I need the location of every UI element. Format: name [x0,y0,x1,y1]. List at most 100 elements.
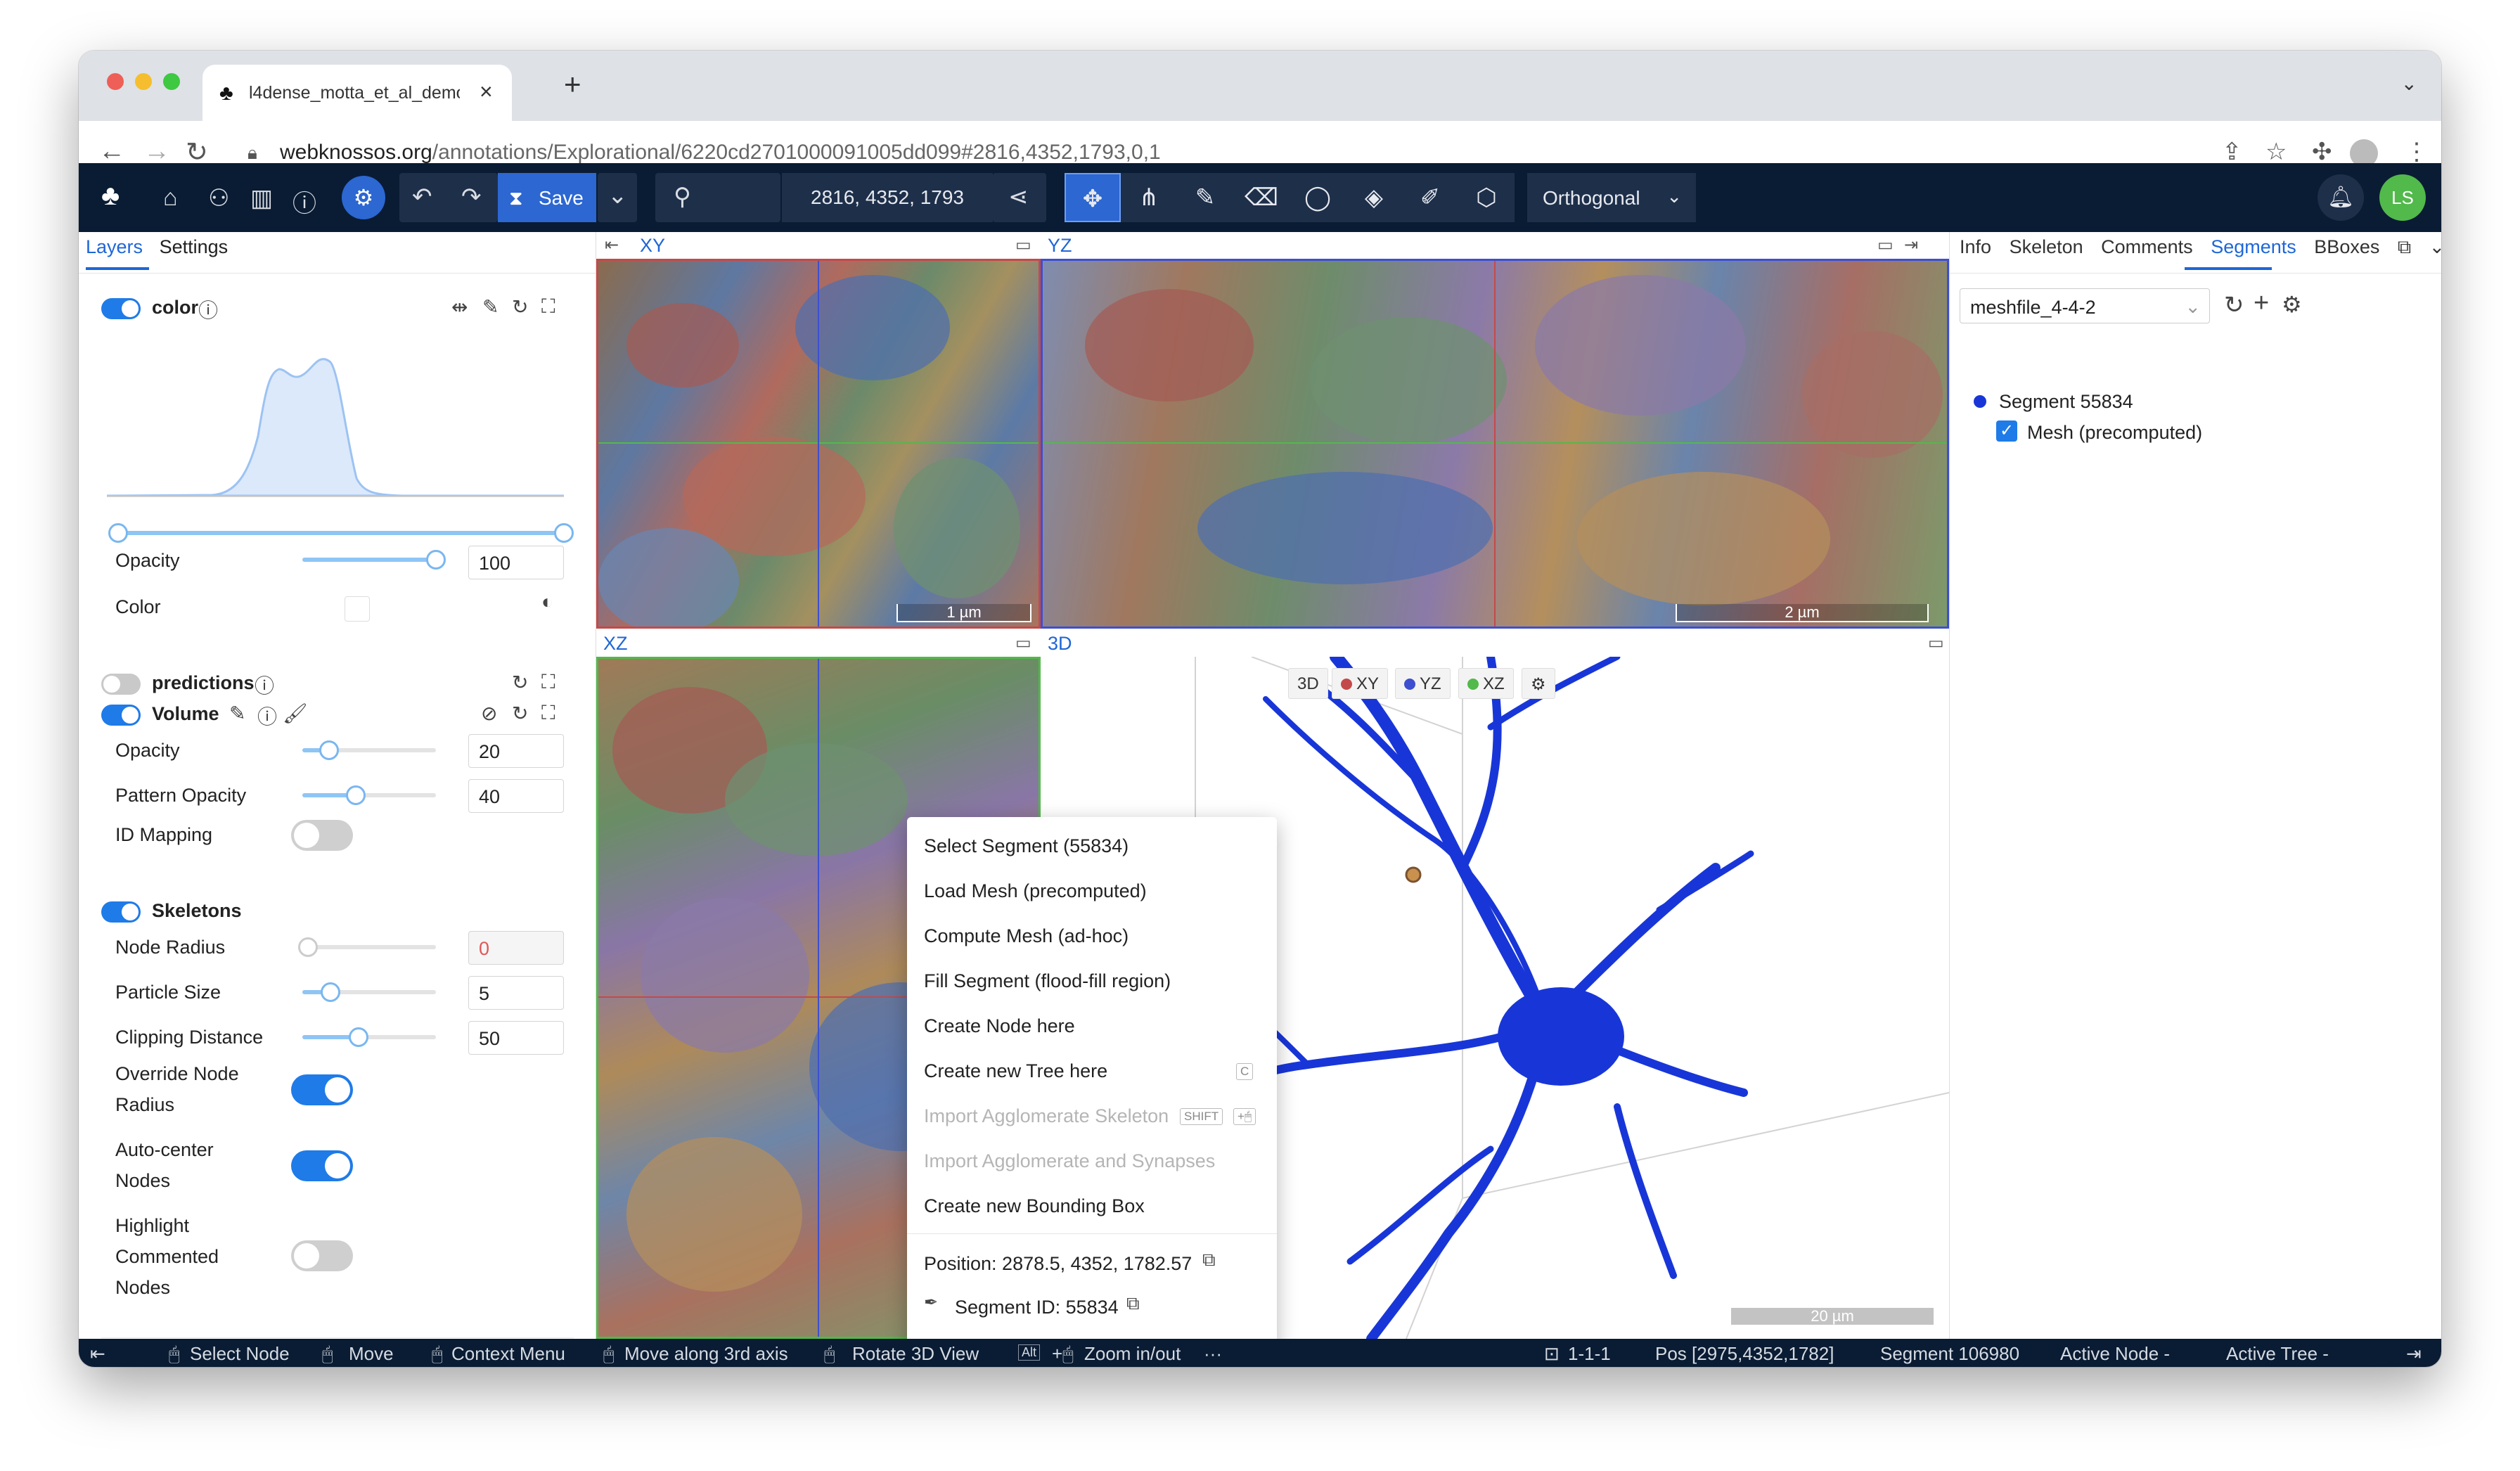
clipping-distance-input[interactable]: 50 [468,1021,564,1055]
info-icon[interactable]: ⓘ [198,295,218,323]
position-input[interactable]: 2816, 4352, 1793 [782,173,993,222]
brush-tool-icon[interactable]: ✎ [1177,173,1233,222]
bookmark-star-icon[interactable]: ☆ [2265,138,2287,166]
compute-mesh-item[interactable]: Compute Mesh (ad-hoc) [924,925,1129,947]
add-icon[interactable]: + [2254,288,2269,319]
minimize-window-dot[interactable] [135,73,152,90]
settings-gear-icon[interactable]: ⚙ [342,176,385,219]
maximize-viewport-icon[interactable]: ▭ [1015,633,1031,653]
volume-opacity-slider[interactable] [302,740,436,760]
tab-search-icon[interactable]: ⌄ [2401,72,2417,95]
create-node-item[interactable]: Create Node here [924,1015,1075,1037]
color-opacity-slider[interactable] [302,550,446,570]
color-layer-toggle[interactable] [101,298,141,319]
disable-mapping-icon[interactable]: ⊘ [481,702,497,725]
td-camera-button[interactable]: 3D [1288,668,1328,699]
td-xy-button[interactable]: XY [1332,668,1389,699]
tab-close-icon[interactable]: × [480,79,493,105]
brush-settings-icon[interactable]: 🖌︎ [283,702,308,725]
fit-layer-icon[interactable]: ⛶ [541,671,555,694]
browser-tab[interactable]: ♣ l4dense_motta_et_al_demo | × [202,65,512,121]
lock-icon[interactable]: 🔒︎ [248,142,257,165]
clipping-distance-slider[interactable] [302,1027,436,1047]
node-radius-input[interactable]: 0 [468,931,564,965]
invert-color-icon[interactable]: ◐ [541,591,553,613]
collapse-panel-icon[interactable]: ⇤ [605,235,619,255]
tab-settings[interactable]: Settings [160,236,229,257]
status-more[interactable]: ··· [1204,1343,1222,1365]
pattern-opacity-input[interactable]: 40 [468,779,564,813]
tab-comments[interactable]: Comments [2101,236,2193,257]
tab-overflow-chevron-icon[interactable]: ⌄ [2429,236,2441,257]
notification-bell-icon[interactable]: 🔔︎ [2318,174,2364,221]
color-opacity-input[interactable]: 100 [468,546,564,579]
particle-size-slider[interactable] [302,982,436,1002]
create-bounding-box-item[interactable]: Create new Bounding Box [924,1195,1145,1217]
pattern-opacity-slider[interactable] [302,785,436,805]
histogram-min-handle[interactable] [108,523,128,543]
save-button[interactable]: ⧗ Save [498,173,596,222]
info-icon[interactable]: ⓘ [255,671,274,699]
webknossos-logo-icon[interactable]: ♣ [101,180,120,212]
move-tool-icon[interactable]: ✥ [1065,173,1121,222]
histogram-max-handle[interactable] [554,523,574,543]
eraser-tool-icon[interactable]: ⌫ [1233,173,1290,222]
color-opacity-handle[interactable] [426,550,446,570]
fill-bucket-tool-icon[interactable]: ◈ [1346,173,1402,222]
lasso-tool-icon[interactable]: ◯ [1290,173,1346,222]
copy-icon[interactable]: ⧉ [1202,1249,1216,1271]
load-mesh-item[interactable]: Load Mesh (precomputed) [924,880,1147,902]
skeletons-toggle[interactable] [101,901,141,923]
tab-segments[interactable]: Segments [2211,236,2296,257]
copy-icon[interactable]: ⧉ [1126,1292,1140,1315]
select-segment-item[interactable]: Select Segment (55834) [924,835,1129,857]
node-radius-handle[interactable] [298,937,318,957]
node-radius-slider[interactable] [298,937,436,957]
view-mode-select[interactable]: Orthogonal ⌄ [1527,173,1696,222]
particle-size-handle[interactable] [321,982,340,1002]
tab-skeleton[interactable]: Skeleton [2010,236,2083,257]
create-tree-item[interactable]: Create new Tree here [924,1060,1107,1082]
tab-layers[interactable]: Layers [86,236,143,257]
override-node-radius-toggle[interactable] [291,1074,353,1105]
share-icon[interactable]: ⇪ [2222,138,2242,166]
xy-viewport[interactable]: 1 µm [596,259,1041,629]
maximize-viewport-icon[interactable]: ▭ [1877,235,1894,255]
td-yz-button[interactable]: YZ [1395,668,1451,699]
yz-viewport[interactable]: 2 µm [1041,259,1949,629]
clipping-distance-handle[interactable] [349,1027,368,1047]
color-histogram[interactable] [107,352,564,499]
expand-panel-icon[interactable]: ⇥ [1904,235,1918,255]
reload-layer-icon[interactable]: ↻ [512,702,528,725]
volume-opacity-input[interactable]: 20 [468,734,564,768]
collapse-right-icon[interactable]: ⇥ [2406,1343,2422,1365]
color-swatch[interactable] [345,596,370,622]
popout-icon[interactable]: ⧉ [2398,236,2411,257]
predictions-layer-toggle[interactable] [101,674,141,695]
volume-opacity-handle[interactable] [319,740,339,760]
clip-histogram-icon[interactable]: ⇹ [451,295,468,319]
chrome-menu-icon[interactable]: ⋮ [2405,138,2429,166]
mesh-checkbox[interactable]: ✓ [1996,420,2017,442]
forward-icon[interactable]: → [143,136,170,167]
refresh-icon[interactable]: ↻ [2224,291,2244,319]
volume-layer-toggle[interactable] [101,705,141,726]
collapse-left-icon[interactable]: ⇤ [90,1343,105,1365]
td-xz-button[interactable]: XZ [1458,668,1514,699]
tab-bboxes[interactable]: BBoxes [2314,236,2379,257]
info-icon[interactable]: ⓘ [257,702,277,730]
statistics-icon[interactable]: ▥ [250,184,273,212]
home-icon[interactable]: ⌂ [163,184,178,212]
pattern-opacity-handle[interactable] [346,785,366,805]
help-icon[interactable]: ⓘ [292,184,316,219]
tab-info[interactable]: Info [1960,236,1991,257]
highlight-commented-toggle[interactable] [291,1240,353,1271]
user-avatar[interactable]: LS [2379,174,2426,221]
maximize-viewport-icon[interactable]: ▭ [1928,633,1944,653]
auto-center-toggle[interactable] [291,1150,353,1181]
extensions-puzzle-icon[interactable]: ✣ [2312,138,2332,166]
undo-icon[interactable]: ↶ [412,183,432,211]
picker-tool-icon[interactable]: ✐ [1402,173,1458,222]
td-settings-gear-icon[interactable]: ⚙ [1522,668,1555,699]
bounding-box-tool-icon[interactable]: ⬡ [1458,173,1515,222]
